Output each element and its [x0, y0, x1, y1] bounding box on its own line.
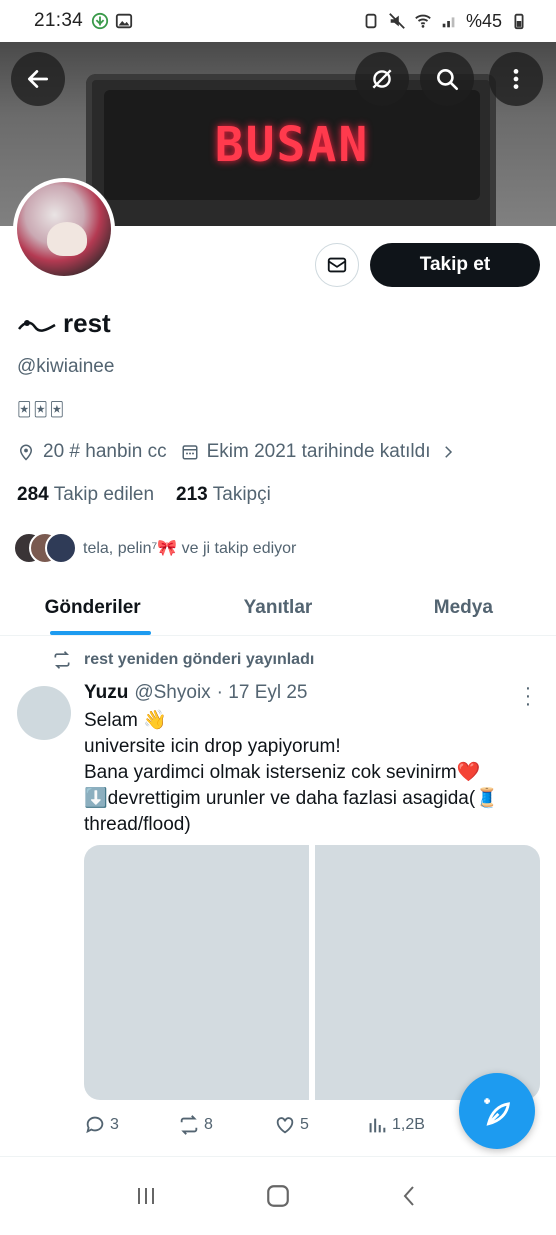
battery-icon	[514, 13, 524, 30]
tweet-image-2[interactable]	[315, 845, 540, 1100]
display-name: rest	[63, 308, 111, 338]
image-notification-icon	[115, 13, 133, 29]
followers-link[interactable]: 213 Takipçi	[176, 484, 271, 506]
banner-led-text: BUSAN	[214, 117, 370, 173]
envelope-icon	[327, 257, 347, 273]
chevron-right-icon	[444, 446, 452, 458]
profile-meta: 20 # hanbin cc Ekim 2021 tarihinde katıl…	[17, 441, 471, 463]
follow-button[interactable]: Takip et	[370, 243, 540, 287]
banner-led-screen: BUSAN	[104, 90, 480, 200]
like-count: 5	[300, 1116, 309, 1133]
profile-tabs: Gönderiler Yanıtlar Medya	[0, 580, 556, 636]
battery-percent: %45	[465, 10, 502, 31]
alarm-icon	[365, 13, 377, 29]
following-link[interactable]: 284 Takip edilen	[17, 484, 154, 506]
tweet-media	[84, 845, 540, 1100]
followed-by-text: tela, pelin⁷🎀 ve ji takip ediyor	[83, 540, 297, 557]
compose-feather-icon	[484, 1098, 511, 1126]
status-bar: 21:34 %45	[0, 0, 556, 42]
tab-media[interactable]: Medya	[371, 580, 556, 635]
status-time: 21:34	[34, 10, 84, 31]
follower-avatar	[45, 532, 77, 564]
compose-button[interactable]	[459, 1073, 535, 1149]
tweet-header: Yuzu @Shyoix · 17 Eyl 25	[84, 682, 308, 704]
back-button[interactable]	[11, 52, 65, 106]
joined-text: Ekim 2021 tarihinde katıldı	[206, 441, 431, 462]
name-emoji-icon	[18, 319, 56, 332]
signal-icon	[442, 17, 455, 28]
views-icon	[369, 1118, 386, 1133]
location-pin-icon	[19, 444, 33, 461]
mute-icon	[389, 13, 405, 29]
avatar-image	[17, 182, 111, 276]
following-label: Takip edilen	[53, 484, 155, 505]
repost-count: 8	[204, 1116, 213, 1133]
tab-replies[interactable]: Yanıtlar	[185, 580, 370, 635]
followers-count: 213	[176, 484, 208, 505]
heart-icon	[276, 1117, 294, 1134]
follow-counts: 284 Takip edilen 213 Takipçi	[17, 484, 271, 506]
profile-bio: 🃏🃏🃏	[17, 401, 66, 417]
message-button[interactable]	[315, 243, 359, 287]
back-nav-button[interactable]	[390, 1176, 430, 1216]
tweet-author-name[interactable]: Yuzu	[84, 682, 128, 704]
views-button[interactable]: 1,2B	[366, 1114, 425, 1136]
repost-icon	[180, 1115, 198, 1135]
more-options-button[interactable]	[489, 52, 543, 106]
translate-button[interactable]	[355, 52, 409, 106]
tweet-more-button[interactable]: · · ·	[520, 678, 536, 714]
profile-handle: @kiwiainee	[17, 356, 115, 377]
profile-avatar[interactable]	[13, 178, 115, 280]
location-item: 20 # hanbin cc	[17, 441, 167, 463]
location-text: 20 # hanbin cc	[43, 441, 167, 462]
wifi-icon	[415, 14, 431, 28]
system-nav-bar	[0, 1156, 556, 1235]
more-vertical-icon	[513, 69, 519, 89]
repost-indicator: rest yeniden gönderi yayınladı	[52, 650, 314, 670]
followers-label: Takipçi	[212, 484, 271, 505]
profile-name: rest	[17, 308, 111, 339]
tweet-date[interactable]: · 17 Eyl 25	[217, 682, 308, 704]
repost-text: rest yeniden gönderi yayınladı	[84, 651, 315, 668]
follower-avatars	[13, 532, 79, 564]
reply-icon	[86, 1116, 104, 1134]
repost-icon	[54, 651, 70, 669]
joined-item[interactable]: Ekim 2021 tarihinde katıldı	[181, 441, 457, 463]
reply-button[interactable]: 3	[84, 1114, 178, 1136]
arrow-left-icon	[27, 70, 49, 88]
repost-button[interactable]: 8	[178, 1114, 274, 1136]
app-notification-icon	[91, 12, 109, 30]
tab-posts[interactable]: Gönderiler	[0, 580, 185, 635]
followed-by[interactable]: tela, pelin⁷🎀 ve ji takip ediyor	[13, 532, 296, 564]
calendar-icon	[182, 445, 198, 460]
following-count: 284	[17, 484, 49, 505]
reply-count: 3	[110, 1116, 119, 1133]
recents-button[interactable]	[126, 1176, 166, 1216]
search-icon	[437, 69, 459, 91]
tweet-text: Selam 👋 universite icin drop yapiyorum! …	[84, 710, 499, 835]
views-count: 1,2B	[392, 1116, 425, 1133]
no-translate-icon	[372, 69, 392, 89]
tweet-image-1[interactable]	[84, 845, 309, 1100]
tweet-author-avatar[interactable]	[17, 686, 71, 740]
tweet-actions: 3 8 5 1,2B	[84, 1114, 484, 1136]
home-icon	[267, 1185, 289, 1207]
like-button[interactable]: 5	[274, 1114, 366, 1136]
chevron-left-icon	[403, 1186, 414, 1206]
recents-icon	[138, 1188, 154, 1204]
tweet-author-handle[interactable]: @Shyoix	[134, 682, 210, 704]
search-button[interactable]	[420, 52, 474, 106]
home-button[interactable]	[258, 1176, 298, 1216]
